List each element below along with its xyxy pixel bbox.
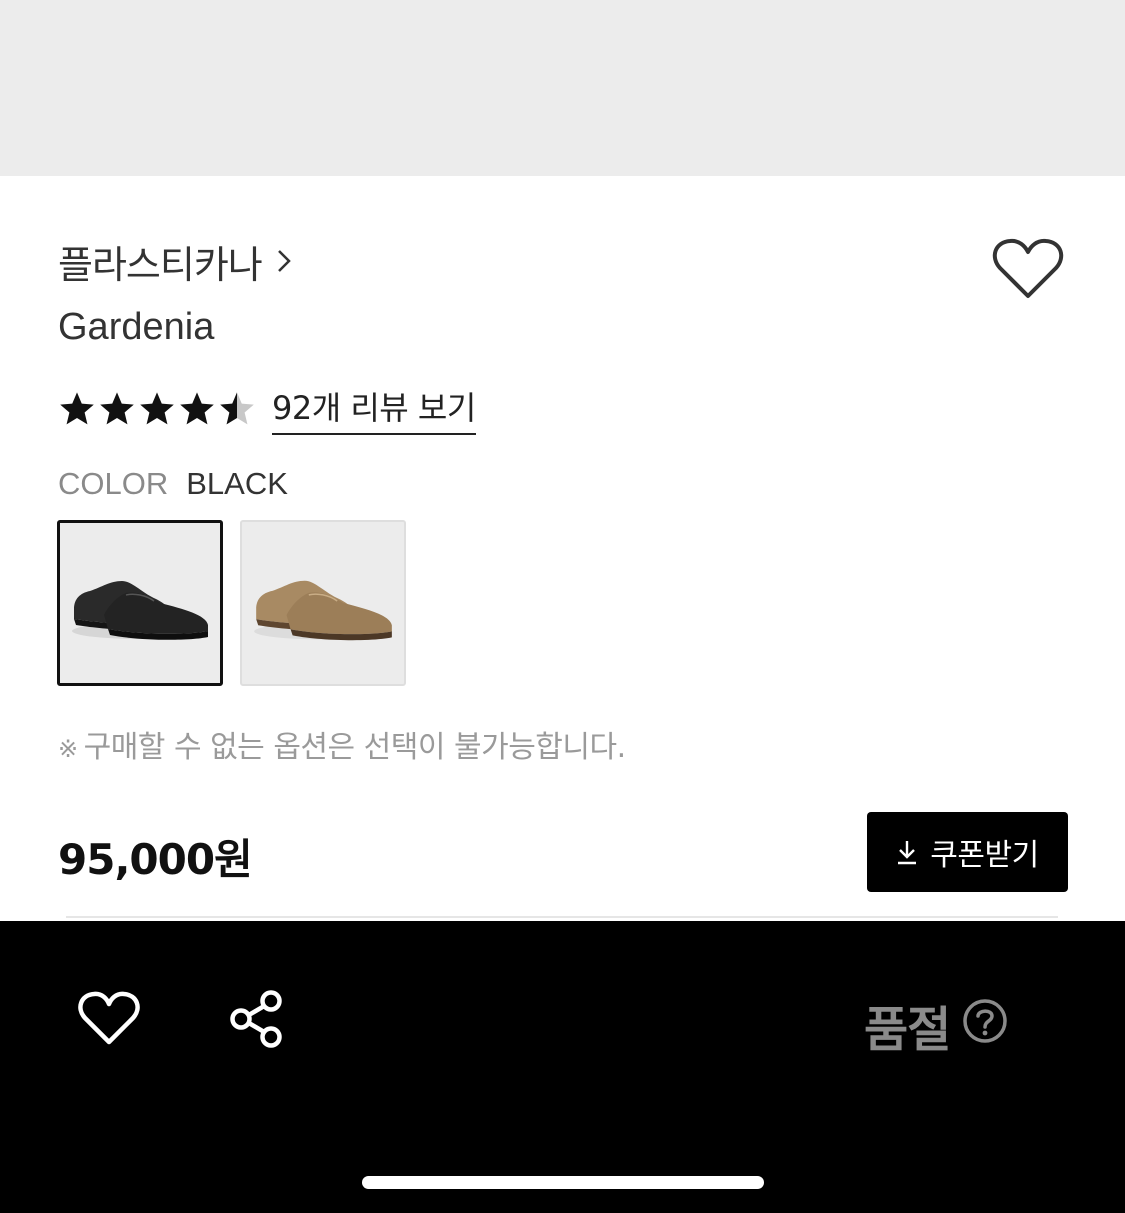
coupon-label: 쿠폰받기 xyxy=(930,838,1039,873)
notice-text: 구매할 수 없는 옵션은 선택이 불가능합니다. xyxy=(83,730,627,765)
color-label: COLOR xyxy=(58,466,169,501)
brown-shoe-image xyxy=(254,580,392,641)
price: 95,000원 xyxy=(58,835,253,884)
star-icon xyxy=(180,392,214,425)
question-circle-icon[interactable] xyxy=(962,998,1008,1044)
star-icon xyxy=(140,392,174,425)
coupon-button[interactable]: 쿠폰받기 xyxy=(867,812,1068,892)
wishlist-heart-icon[interactable] xyxy=(992,236,1064,302)
color-option-black[interactable] xyxy=(57,520,223,686)
color-row: COLOR BLACK xyxy=(58,466,288,502)
heart-icon[interactable] xyxy=(78,990,140,1048)
black-shoe-image xyxy=(72,581,208,640)
review-link[interactable]: 92개 리뷰 보기 xyxy=(272,383,476,435)
option-notice: ※ 구매할 수 없는 옵션은 선택이 불가능합니다. xyxy=(58,722,626,766)
half-star-icon xyxy=(220,392,254,425)
star-icon xyxy=(60,392,94,425)
brand-link[interactable]: 플라스티카나 xyxy=(58,236,292,287)
product-image-area xyxy=(0,0,1125,176)
bottom-action-bar xyxy=(0,921,1125,1213)
home-indicator xyxy=(362,1176,764,1189)
rating-row: 92개 리뷰 보기 xyxy=(58,383,476,435)
rating-stars xyxy=(58,390,258,428)
divider xyxy=(66,916,1058,918)
share-icon[interactable] xyxy=(228,988,286,1050)
sold-out-label: 품절 xyxy=(864,1002,951,1058)
chevron-right-icon xyxy=(276,247,292,275)
product-name: Gardenia xyxy=(58,306,215,348)
color-value: BLACK xyxy=(186,466,288,501)
notice-mark: ※ xyxy=(58,735,78,763)
download-icon xyxy=(898,841,917,865)
color-option-brown[interactable] xyxy=(240,520,406,686)
brand-name: 플라스티카나 xyxy=(58,242,263,287)
star-icon xyxy=(100,392,134,425)
